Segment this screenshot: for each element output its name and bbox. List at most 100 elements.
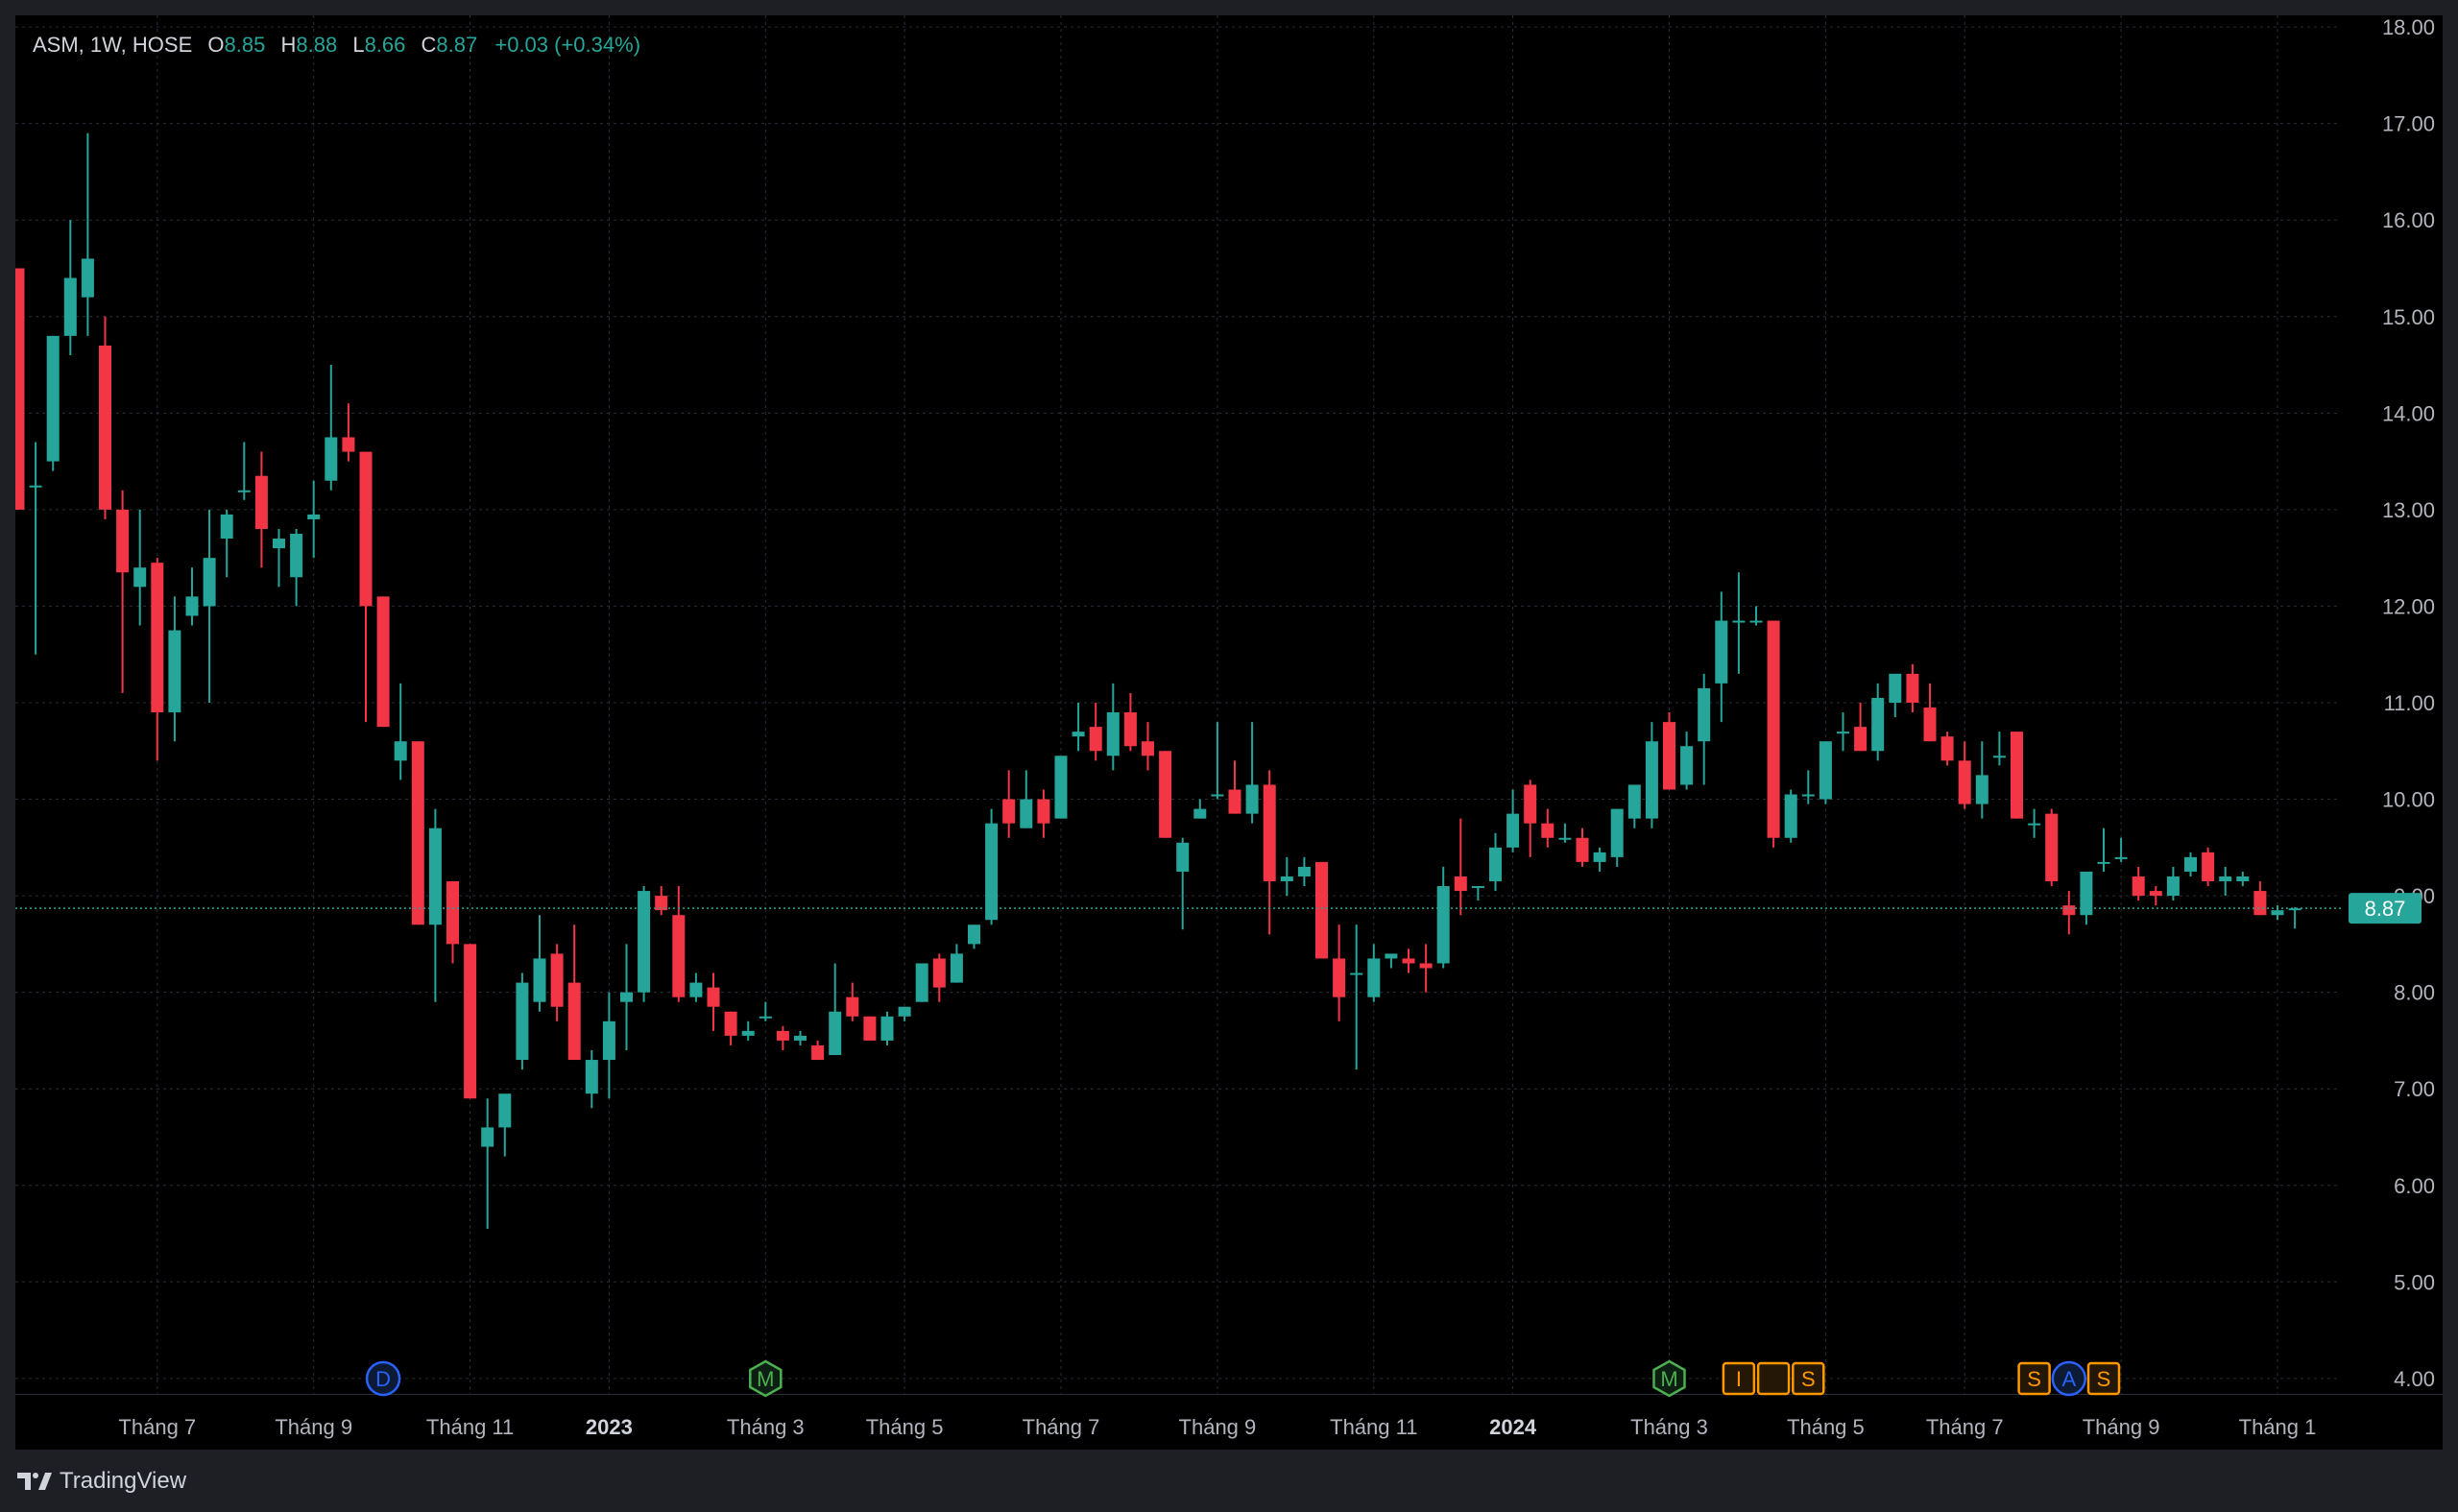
candle-body[interactable] [2184, 856, 2197, 872]
candle-body[interactable] [638, 891, 651, 993]
candle-body[interactable] [29, 485, 42, 488]
candle-body[interactable] [2219, 876, 2232, 882]
candle-body[interactable] [1506, 813, 1520, 848]
candle-body[interactable] [2045, 813, 2059, 882]
candle-body[interactable] [724, 1011, 737, 1036]
candle-body[interactable] [1002, 799, 1016, 824]
candle-body[interactable] [550, 953, 564, 1007]
candle-body[interactable] [273, 539, 285, 549]
brand-name[interactable]: TradingView [60, 1468, 186, 1495]
candle-body[interactable] [1176, 842, 1190, 872]
candle-body[interactable] [880, 1016, 894, 1041]
candle-body[interactable] [46, 335, 60, 462]
candle-body[interactable] [1297, 866, 1311, 876]
candle-body[interactable] [794, 1035, 807, 1041]
candle-body[interactable] [116, 509, 130, 573]
candle-body[interactable] [1854, 727, 1868, 752]
candle-body[interactable] [1385, 953, 1398, 959]
candle-body[interactable] [1610, 808, 1624, 857]
chart-pane[interactable]: 4.005.006.007.008.009.0010.0011.0012.001… [15, 15, 2443, 1450]
candle-body[interactable] [220, 514, 233, 540]
candle-body[interactable] [759, 1016, 772, 1019]
candle-body[interactable] [1732, 620, 1746, 623]
candle-body[interactable] [1889, 673, 1902, 703]
candle-body[interactable] [2202, 852, 2215, 882]
candle-body[interactable] [1193, 808, 1207, 819]
candle-body[interactable] [1106, 712, 1120, 756]
candle-body[interactable] [1558, 837, 1572, 840]
candle-body[interactable] [1402, 958, 1415, 964]
candle-body[interactable] [1350, 972, 1363, 975]
candle-body[interactable] [1228, 789, 1241, 814]
candle-body[interactable] [1940, 736, 1954, 761]
candle-body[interactable] [1211, 794, 1224, 797]
candle-body[interactable] [1315, 861, 1328, 959]
candle-body[interactable] [1992, 756, 2006, 758]
candle-body[interactable] [63, 277, 77, 336]
candle-body[interactable] [1245, 784, 1259, 814]
candlestick-chart[interactable]: 4.005.006.007.008.009.0010.0011.0012.001… [15, 15, 2443, 1450]
candle-body[interactable] [2253, 891, 2267, 916]
candle-body[interactable] [446, 881, 459, 945]
candle-body[interactable] [307, 514, 321, 519]
candle-body[interactable] [2132, 876, 2145, 897]
candle-body[interactable] [2149, 891, 2162, 897]
candle-body[interactable] [1906, 673, 1919, 703]
candle-body[interactable] [2097, 861, 2110, 864]
candle-body[interactable] [1471, 886, 1484, 889]
candle-body[interactable] [1627, 784, 1641, 819]
candle-body[interactable] [1784, 794, 1797, 838]
candle-body[interactable] [2236, 876, 2250, 882]
candle-body[interactable] [1975, 775, 1988, 804]
candle-body[interactable] [585, 1060, 598, 1094]
candle-body[interactable] [915, 963, 928, 1002]
candle-body[interactable] [2028, 823, 2041, 826]
candle-body[interactable] [1489, 847, 1502, 882]
candle-body[interactable] [968, 924, 980, 945]
candle-body[interactable] [567, 982, 581, 1061]
candle-body[interactable] [602, 1020, 615, 1061]
candle-body[interactable] [1159, 751, 1172, 838]
candle-body[interactable] [1020, 799, 1033, 828]
candle-body[interactable] [2114, 856, 2128, 859]
candle-body[interactable] [1715, 620, 1728, 684]
candle-body[interactable] [829, 1011, 842, 1056]
candle-body[interactable] [1749, 620, 1763, 623]
candle-body[interactable] [1333, 958, 1346, 997]
candle-body[interactable] [359, 451, 373, 607]
candle-body[interactable] [1680, 746, 1694, 785]
candle-body[interactable] [168, 630, 181, 713]
candle-body[interactable] [672, 915, 686, 997]
candle-body[interactable] [1089, 727, 1102, 752]
candle-body[interactable] [481, 1127, 494, 1147]
candle-body[interactable] [533, 958, 546, 1002]
candle-body[interactable] [2271, 910, 2284, 916]
candle-body[interactable] [254, 475, 268, 529]
candle-body[interactable] [133, 567, 147, 588]
candle-body[interactable] [376, 596, 390, 728]
candle-body[interactable] [1645, 741, 1658, 819]
candle-body[interactable] [1801, 794, 1815, 797]
candle-body[interactable] [394, 741, 407, 761]
candle-body[interactable] [985, 823, 999, 921]
candle-body[interactable] [1454, 876, 1467, 892]
candle-body[interactable] [707, 987, 720, 1007]
candle-body[interactable] [203, 558, 216, 607]
candle-body[interactable] [1923, 708, 1937, 742]
candle-body[interactable] [428, 828, 442, 925]
candle-body[interactable] [1280, 876, 1293, 882]
candle-body[interactable] [811, 1044, 825, 1061]
candle-body[interactable] [1871, 697, 1885, 752]
candle-body[interactable] [342, 437, 355, 452]
candle-body[interactable] [1367, 958, 1381, 997]
candle-body[interactable] [411, 741, 424, 925]
candle-body[interactable] [516, 982, 529, 1061]
candle-body[interactable] [464, 944, 477, 1099]
candle-body[interactable] [325, 437, 338, 481]
candle-body[interactable] [2288, 908, 2301, 911]
candle-body[interactable] [1767, 620, 1780, 838]
candle-body[interactable] [1072, 732, 1085, 737]
candle-body[interactable] [898, 1006, 911, 1017]
candle-body[interactable] [2166, 876, 2180, 897]
candle-body[interactable] [2062, 905, 2076, 916]
